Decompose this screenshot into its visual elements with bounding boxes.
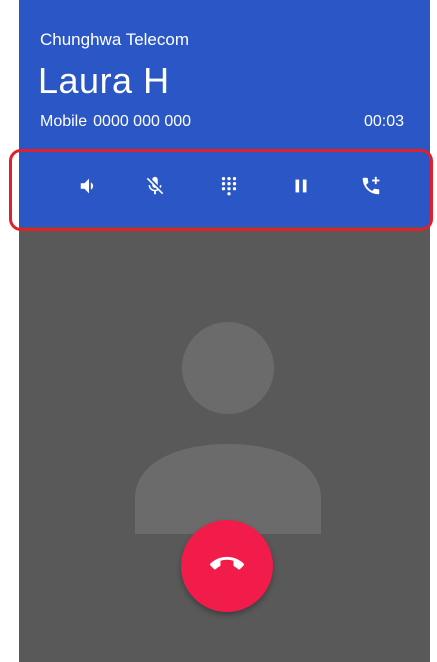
microphone-off-icon	[144, 175, 166, 197]
call-header: Chunghwa Telecom Laura H Mobile 0000 000 …	[19, 0, 430, 227]
pause-icon	[290, 175, 312, 197]
hold-button[interactable]	[285, 170, 317, 202]
call-action-bar	[19, 150, 430, 220]
speaker-button[interactable]	[73, 170, 105, 202]
end-call-button[interactable]	[181, 520, 273, 612]
carrier-name: Chunghwa Telecom	[40, 30, 189, 49]
keypad-button[interactable]	[213, 170, 245, 202]
add-call-icon	[360, 175, 382, 197]
end-call-icon	[210, 547, 244, 586]
mute-button[interactable]	[139, 170, 171, 202]
call-timer: 00:03	[363, 113, 404, 130]
dialpad-icon	[218, 175, 240, 197]
contact-avatar-placeholder	[135, 320, 321, 534]
speaker-icon	[78, 175, 100, 197]
phone-number: 0000 000 000	[93, 113, 192, 130]
line-type: Mobile	[40, 113, 88, 130]
line-info: Mobile 0000 000 000	[40, 113, 191, 131]
contact-name: Laura H	[38, 60, 170, 101]
add-call-button[interactable]	[355, 170, 387, 202]
in-call-screen: Chunghwa Telecom Laura H Mobile 0000 000 …	[19, 0, 430, 662]
